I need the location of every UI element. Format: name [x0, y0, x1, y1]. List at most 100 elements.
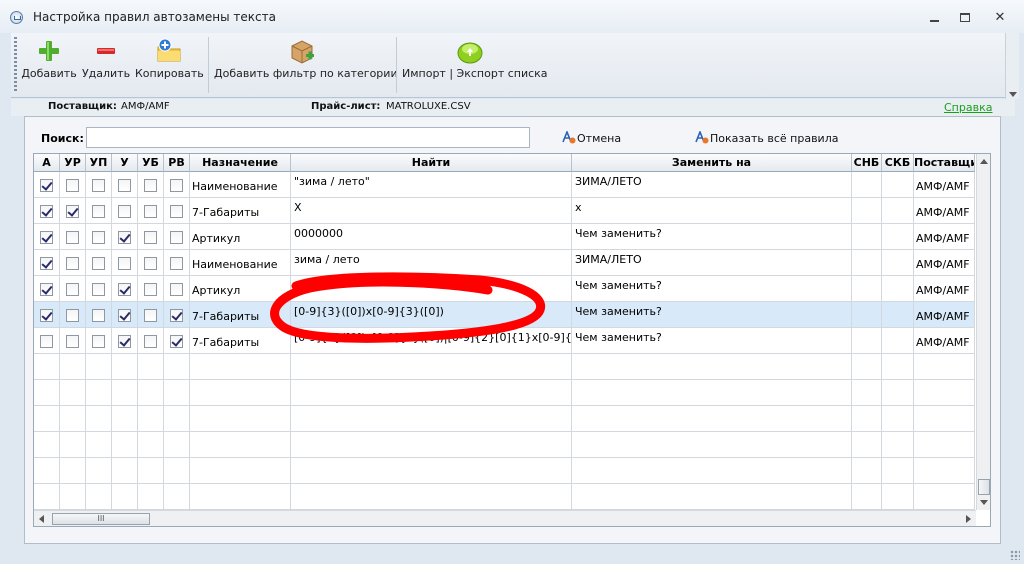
column-header-skb[interactable]: СКБ: [882, 154, 914, 172]
checkbox-a[interactable]: [40, 335, 53, 348]
cancel-button[interactable]: Отмена: [562, 129, 621, 145]
table-cell-replace[interactable]: ЗИМА/ЛЕТО: [572, 172, 852, 198]
table-cell-snb[interactable]: [852, 432, 882, 458]
table-cell-supplier[interactable]: АМФ/AMF: [914, 250, 975, 276]
table-cell-ur[interactable]: [60, 250, 86, 276]
table-cell-up[interactable]: [86, 302, 112, 328]
table-cell-find[interactable]: зима / лето: [291, 250, 572, 276]
table-cell-supplier[interactable]: АМФ/AMF: [914, 198, 975, 224]
scroll-down-icon[interactable]: [980, 500, 988, 505]
table-cell-skb[interactable]: [882, 406, 914, 432]
table-cell-skb[interactable]: [882, 380, 914, 406]
table-cell-purpose[interactable]: Наименование: [190, 172, 291, 198]
table-cell-up[interactable]: [86, 328, 112, 354]
checkbox-u[interactable]: [118, 283, 131, 296]
table-cell-rv[interactable]: [164, 432, 190, 458]
table-cell-snb[interactable]: [852, 354, 882, 380]
checkbox-ub[interactable]: [144, 283, 157, 296]
table-cell-a[interactable]: [34, 380, 60, 406]
table-cell-snb[interactable]: [852, 458, 882, 484]
table-cell-ub[interactable]: [138, 406, 164, 432]
table-cell-purpose[interactable]: [190, 484, 291, 510]
column-header-rv[interactable]: РВ: [164, 154, 190, 172]
table-cell-replace[interactable]: Чем заменить?: [572, 276, 852, 302]
checkbox-a[interactable]: [40, 309, 53, 322]
table-cell-purpose[interactable]: [190, 354, 291, 380]
table-cell-ur[interactable]: [60, 380, 86, 406]
table-cell-find[interactable]: [291, 484, 572, 510]
table-cell-snb[interactable]: [852, 276, 882, 302]
table-cell-replace[interactable]: [572, 406, 852, 432]
table-cell-u[interactable]: [112, 224, 138, 250]
table-cell-ur[interactable]: [60, 172, 86, 198]
table-cell-rv[interactable]: [164, 484, 190, 510]
close-button[interactable]: ✕: [990, 9, 1010, 25]
table-cell-supplier[interactable]: [914, 406, 975, 432]
horizontal-scrollbar[interactable]: III: [34, 510, 976, 526]
table-cell-supplier[interactable]: [914, 354, 975, 380]
table-cell-skb[interactable]: [882, 198, 914, 224]
table-cell-up[interactable]: [86, 406, 112, 432]
checkbox-ur[interactable]: [66, 179, 79, 192]
checkbox-up[interactable]: [92, 283, 105, 296]
column-header-purpose[interactable]: Назначение: [190, 154, 291, 172]
checkbox-u[interactable]: [118, 309, 131, 322]
toolbar-grip[interactable]: [14, 37, 17, 93]
table-cell-a[interactable]: [34, 354, 60, 380]
table-cell-find[interactable]: [0-9]{3}([0])x[0-9]{3}([0])|[0-9]{2}[0]{…: [291, 328, 572, 354]
column-header-replace[interactable]: Заменить на: [572, 154, 852, 172]
delete-button[interactable]: Удалить: [81, 33, 131, 97]
scroll-left-icon[interactable]: [39, 515, 44, 523]
table-cell-replace[interactable]: [572, 380, 852, 406]
column-header-u[interactable]: У: [112, 154, 138, 172]
table-cell-rv[interactable]: [164, 250, 190, 276]
table-cell-ur[interactable]: [60, 406, 86, 432]
checkbox-up[interactable]: [92, 231, 105, 244]
checkbox-ur[interactable]: [66, 205, 79, 218]
table-cell-u[interactable]: [112, 276, 138, 302]
table-cell-purpose[interactable]: Артикул: [190, 276, 291, 302]
table-cell-u[interactable]: [112, 172, 138, 198]
table-cell-supplier[interactable]: [914, 432, 975, 458]
table-cell-rv[interactable]: [164, 380, 190, 406]
table-cell-a[interactable]: [34, 328, 60, 354]
table-cell-u[interactable]: [112, 302, 138, 328]
table-cell-u[interactable]: [112, 484, 138, 510]
table-cell-up[interactable]: [86, 458, 112, 484]
checkbox-rv[interactable]: [170, 257, 183, 270]
table-cell-skb[interactable]: [882, 276, 914, 302]
table-cell-snb[interactable]: [852, 484, 882, 510]
checkbox-ur[interactable]: [66, 257, 79, 270]
table-cell-purpose[interactable]: 7-Габариты: [190, 302, 291, 328]
column-header-ub[interactable]: УБ: [138, 154, 164, 172]
help-link[interactable]: Справка: [944, 101, 992, 114]
checkbox-ub[interactable]: [144, 257, 157, 270]
checkbox-rv[interactable]: [170, 231, 183, 244]
resize-grip-icon[interactable]: [1010, 550, 1020, 560]
table-cell-replace[interactable]: [572, 432, 852, 458]
table-cell-a[interactable]: [34, 432, 60, 458]
table-cell-up[interactable]: [86, 198, 112, 224]
checkbox-ur[interactable]: [66, 335, 79, 348]
checkbox-up[interactable]: [92, 309, 105, 322]
table-cell-u[interactable]: [112, 406, 138, 432]
checkbox-u[interactable]: [118, 257, 131, 270]
checkbox-up[interactable]: [92, 179, 105, 192]
table-cell-purpose[interactable]: [190, 432, 291, 458]
table-row[interactable]: 7-Габариты [0-9]{3}([0])x[0-9]{3}([0]) Чем…: [34, 302, 975, 328]
table-cell-skb[interactable]: [882, 224, 914, 250]
table-row[interactable]: Наименование "зима / лето" ЗИМА/ЛЕТО АМФ/AM…: [34, 172, 975, 198]
table-cell-rv[interactable]: [164, 354, 190, 380]
vertical-scroll-thumb[interactable]: [978, 479, 990, 495]
checkbox-u[interactable]: [118, 335, 131, 348]
table-cell-find[interactable]: X: [291, 198, 572, 224]
table-cell-rv[interactable]: [164, 406, 190, 432]
table-cell-snb[interactable]: [852, 302, 882, 328]
table-cell-replace[interactable]: Чем заменить?: [572, 302, 852, 328]
checkbox-ub[interactable]: [144, 231, 157, 244]
table-cell-skb[interactable]: [882, 458, 914, 484]
table-cell-ur[interactable]: [60, 198, 86, 224]
table-cell-up[interactable]: [86, 380, 112, 406]
table-cell-find[interactable]: [291, 354, 572, 380]
table-cell-u[interactable]: [112, 432, 138, 458]
